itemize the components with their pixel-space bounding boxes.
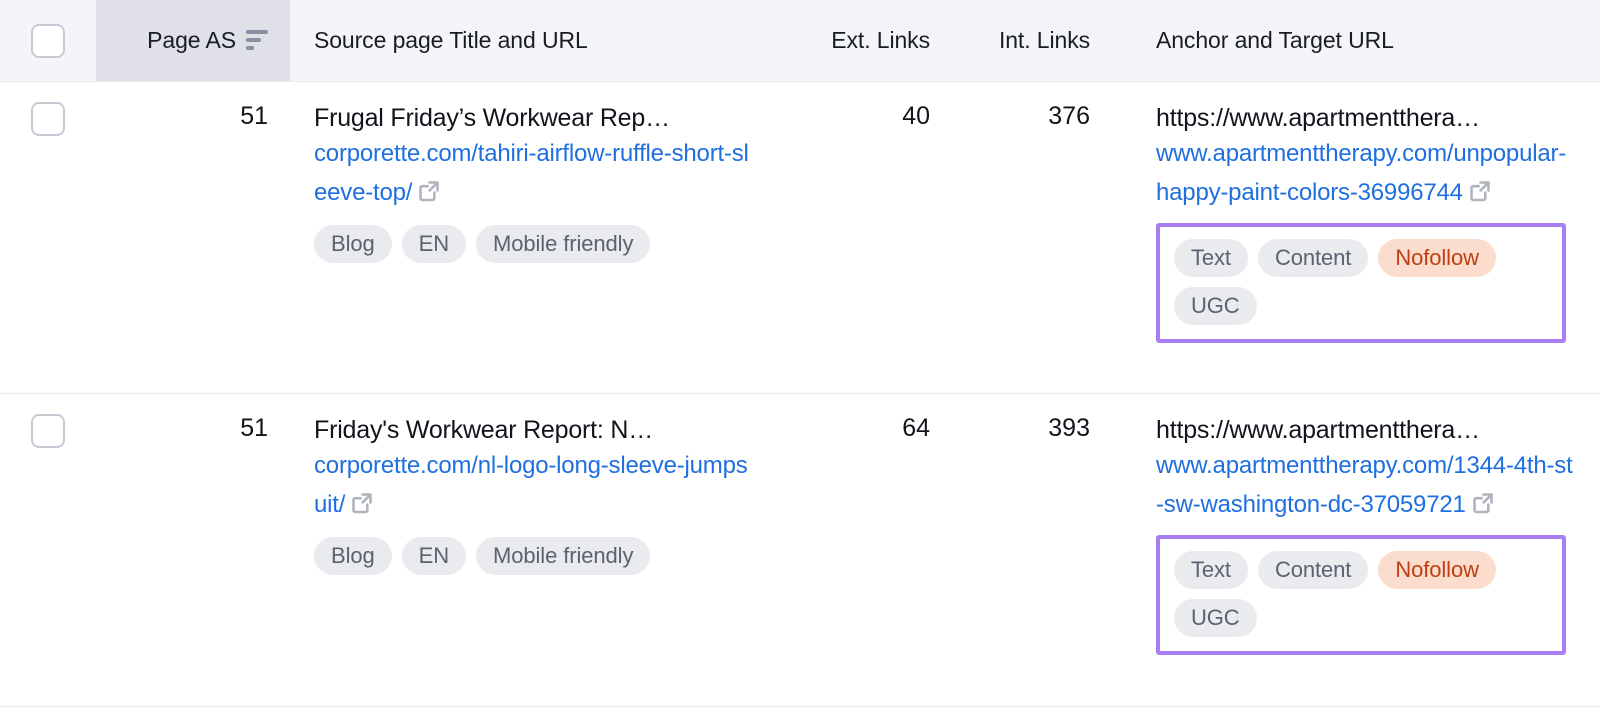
link-attribute-pill: Content [1257,550,1369,589]
sort-descending-icon[interactable] [246,29,268,52]
link-attributes-highlight-box: Text Content Nofollow UGC [1156,534,1566,655]
cell-page-as: 51 [240,102,268,130]
cell-anchor-target-url: https://www.apartmentthera… www.apartmen… [1100,82,1600,343]
external-link-icon[interactable] [1472,492,1494,514]
tag-pill: EN [401,224,467,263]
row-select-cell [0,394,96,448]
link-attribute-pills: Text Content Nofollow UGC [1174,238,1548,325]
cell-page-as: 51 [240,414,268,442]
tag-pill: Blog [314,224,392,263]
link-attribute-pill: Text [1174,238,1248,277]
cell-ext-links: 40 [902,102,930,130]
anchor-text: https://www.apartmentthera… [1156,104,1480,132]
header-label-ext-links: Ext. Links [831,27,930,53]
row-select-cell [0,82,96,136]
row-select-checkbox[interactable] [31,414,65,448]
header-label-int-links: Int. Links [998,27,1090,53]
target-url[interactable]: www.apartmenttherapy.com/unpopular-happy… [1156,140,1566,206]
header-label-source-page: Source page Title and URL [314,27,588,53]
cell-source-page: Friday's Workwear Report: N… corporette.… [290,394,760,575]
link-attribute-pill: Content [1257,238,1369,277]
header-cell-anchor-target-url[interactable]: Anchor and Target URL [1100,0,1600,81]
cell-int-links: 376 [1048,102,1090,130]
table-row[interactable]: 51 Frugal Friday’s Workwear Rep… corpore… [0,82,1600,394]
header-cell-source-page[interactable]: Source page Title and URL [290,0,760,81]
external-link-icon[interactable] [418,180,440,202]
external-link-icon[interactable] [1469,180,1491,202]
link-attributes-highlight-box: Text Content Nofollow UGC [1156,222,1566,343]
link-attribute-pill: UGC [1174,598,1257,637]
source-page-title: Frugal Friday’s Workwear Rep… [314,104,670,132]
link-attribute-pill: UGC [1174,286,1257,325]
target-url-wrap: www.apartmenttherapy.com/unpopular-happy… [1156,135,1576,213]
link-attribute-pills: Text Content Nofollow UGC [1174,550,1548,637]
tag-pill: Blog [314,536,392,575]
backlinks-table: Page AS Source page Title and URL Ext. L… [0,0,1600,716]
source-page-url-wrap: corporette.com/nl-logo-long-sleeve-jumps… [314,447,760,525]
tag-pill: Mobile friendly [476,536,651,575]
source-page-tags: Blog EN Mobile friendly [314,536,760,575]
target-url-wrap: www.apartmenttherapy.com/1344-4th-st-sw-… [1156,447,1576,525]
table-row[interactable]: 51 Friday's Workwear Report: N… corporet… [0,394,1600,707]
external-link-icon[interactable] [351,492,373,514]
source-page-title: Friday's Workwear Report: N… [314,416,654,444]
link-attribute-pill-nofollow: Nofollow [1378,238,1496,277]
cell-int-links: 393 [1048,414,1090,442]
source-page-tags: Blog EN Mobile friendly [314,224,760,263]
source-page-url[interactable]: corporette.com/tahiri-airflow-ruffle-sho… [314,140,749,206]
link-attribute-pill-nofollow: Nofollow [1378,550,1496,589]
cell-source-page: Frugal Friday’s Workwear Rep… corporette… [290,82,760,263]
tag-pill: EN [401,536,467,575]
link-attribute-pill: Text [1174,550,1248,589]
cell-anchor-target-url: https://www.apartmentthera… www.apartmen… [1100,394,1600,655]
header-cell-page-as[interactable]: Page AS [96,0,290,81]
target-url[interactable]: www.apartmenttherapy.com/1344-4th-st-sw-… [1156,452,1573,518]
source-page-url-wrap: corporette.com/tahiri-airflow-ruffle-sho… [314,135,760,213]
header-cell-int-links[interactable]: Int. Links [930,0,1100,81]
header-cell-select [0,0,96,81]
select-all-checkbox[interactable] [31,23,65,58]
tag-pill: Mobile friendly [476,224,651,263]
cell-ext-links: 64 [902,414,930,442]
anchor-text: https://www.apartmentthera… [1156,416,1480,444]
header-label-anchor-target-url: Anchor and Target URL [1156,27,1394,53]
table-header-row: Page AS Source page Title and URL Ext. L… [0,0,1600,82]
header-label-page-as: Page AS [147,27,236,53]
row-select-checkbox[interactable] [31,102,65,136]
source-page-url[interactable]: corporette.com/nl-logo-long-sleeve-jumps… [314,452,748,518]
header-cell-ext-links[interactable]: Ext. Links [760,0,930,81]
